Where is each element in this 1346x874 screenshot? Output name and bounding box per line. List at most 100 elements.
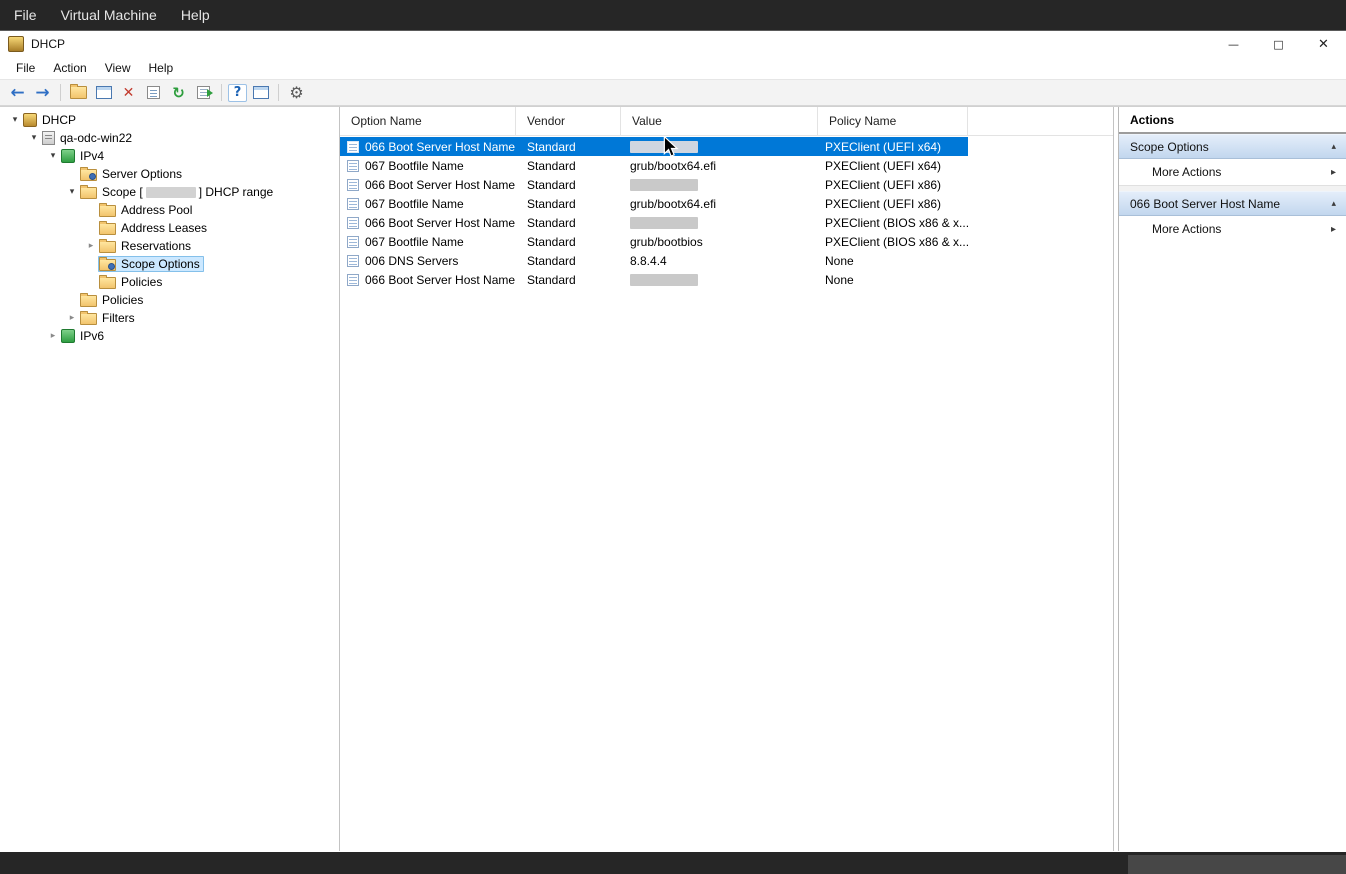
up-one-level-icon[interactable] bbox=[67, 82, 90, 104]
show-console-tree-icon[interactable] bbox=[92, 82, 115, 104]
list-column-headers: Option Name Vendor Value Policy Name bbox=[340, 107, 1113, 136]
menu-action[interactable]: Action bbox=[44, 57, 95, 79]
tree-item-ipv4[interactable]: ▾ IPv4 bbox=[0, 147, 339, 165]
vm-menu-virtual-machine[interactable]: Virtual Machine bbox=[49, 0, 169, 30]
option-icon bbox=[347, 274, 359, 286]
actions-section-scope-options[interactable]: Scope Options ▴ bbox=[1119, 134, 1346, 159]
more-actions-item[interactable]: More Actions ▸ bbox=[1119, 216, 1346, 242]
cell-option-name: 066 Boot Server Host Name bbox=[365, 178, 515, 192]
option-icon bbox=[347, 217, 359, 229]
minimize-button[interactable]: — bbox=[1211, 31, 1256, 57]
chevron-collapsed-icon[interactable]: ▸ bbox=[65, 309, 79, 327]
vm-bottom-panel bbox=[1128, 855, 1346, 874]
more-actions-item[interactable]: More Actions ▸ bbox=[1119, 159, 1346, 185]
maximize-button[interactable]: □ bbox=[1256, 31, 1301, 57]
back-icon[interactable]: ← bbox=[6, 82, 29, 104]
list-row[interactable]: 067 Bootfile Name Standard grub/bootbios… bbox=[340, 232, 968, 251]
chevron-expanded-icon[interactable]: ▾ bbox=[27, 129, 41, 147]
cell-vendor: Standard bbox=[516, 235, 621, 249]
tree-item-ipv6[interactable]: ▸ IPv6 bbox=[0, 327, 339, 345]
redacted-scope-address bbox=[146, 187, 196, 198]
tree-item-dhcp[interactable]: ▾ DHCP bbox=[0, 111, 339, 129]
cell-vendor: Standard bbox=[516, 273, 621, 287]
tree-item-label: Server Options bbox=[102, 167, 182, 181]
list-row[interactable]: 066 Boot Server Host Name Standard PXECl… bbox=[340, 175, 968, 194]
cell-option-name: 066 Boot Server Host Name bbox=[365, 140, 515, 154]
collapse-section-icon[interactable]: ▴ bbox=[1331, 199, 1336, 209]
tree-item-server-options[interactable]: Server Options bbox=[0, 165, 339, 183]
delete-icon[interactable]: ✕ bbox=[117, 82, 140, 104]
chevron-collapsed-icon[interactable]: ▸ bbox=[46, 327, 60, 345]
list-row[interactable]: 066 Boot Server Host Name Standard PXECl… bbox=[340, 137, 968, 156]
new-window-icon[interactable] bbox=[249, 82, 272, 104]
tree-item-label: Filters bbox=[102, 311, 135, 325]
vm-menu-help[interactable]: Help bbox=[169, 0, 222, 30]
tree-item-label: Address Leases bbox=[121, 221, 207, 235]
tree-item-policies[interactable]: Policies bbox=[0, 291, 339, 309]
tree-item-address-pool[interactable]: Address Pool bbox=[0, 201, 339, 219]
chevron-collapsed-icon[interactable]: ▸ bbox=[84, 237, 98, 255]
folder-icon bbox=[80, 187, 97, 199]
dhcp-app-icon bbox=[8, 36, 24, 52]
folder-options-icon bbox=[99, 259, 116, 271]
column-header-option-name[interactable]: Option Name bbox=[340, 107, 516, 135]
console-main-area: ▾ DHCP ▾ qa-odc-win22 ▾ IPv4 bbox=[0, 106, 1346, 851]
tree-item-label: Policies bbox=[102, 293, 143, 307]
folder-icon bbox=[80, 313, 97, 325]
tree-item-server[interactable]: ▾ qa-odc-win22 bbox=[0, 129, 339, 147]
refresh-icon[interactable]: ↻ bbox=[167, 82, 190, 104]
tree-item-label: Scope [] DHCP range bbox=[102, 185, 273, 199]
column-header-policy-name[interactable]: Policy Name bbox=[818, 107, 968, 135]
cell-option-name: 067 Bootfile Name bbox=[365, 235, 464, 249]
export-list-icon[interactable] bbox=[192, 82, 215, 104]
column-header-vendor[interactable]: Vendor bbox=[516, 107, 621, 135]
list-row[interactable]: 006 DNS Servers Standard 8.8.4.4 None bbox=[340, 251, 968, 270]
redacted-value bbox=[630, 217, 698, 229]
toolbar-separator bbox=[221, 84, 222, 101]
tree-item-scope-options[interactable]: Scope Options bbox=[0, 255, 339, 273]
console-tree-pane: ▾ DHCP ▾ qa-odc-win22 ▾ IPv4 bbox=[0, 107, 340, 851]
tree-item-scope-policies[interactable]: Policies bbox=[0, 273, 339, 291]
actions-pane-title: Actions bbox=[1119, 107, 1346, 134]
list-row[interactable]: 066 Boot Server Host Name Standard PXECl… bbox=[340, 213, 968, 232]
forward-icon[interactable]: → bbox=[31, 82, 54, 104]
option-icon bbox=[347, 198, 359, 210]
list-rows: 066 Boot Server Host Name Standard PXECl… bbox=[340, 136, 1113, 289]
cell-policy-name: None bbox=[818, 273, 968, 287]
window-controls: — □ ✕ bbox=[1211, 31, 1346, 57]
window-titlebar[interactable]: DHCP — □ ✕ bbox=[0, 31, 1346, 57]
vm-viewer-screen: File Virtual Machine Help DHCP — □ ✕ Fil… bbox=[0, 0, 1346, 874]
console-settings-icon[interactable]: ⚙ bbox=[285, 82, 308, 104]
list-row[interactable]: 066 Boot Server Host Name Standard None bbox=[340, 270, 968, 289]
cell-policy-name: PXEClient (UEFI x64) bbox=[818, 140, 968, 154]
more-actions-label: More Actions bbox=[1152, 222, 1221, 236]
cell-value: grub/bootx64.efi bbox=[621, 197, 818, 211]
properties-icon[interactable] bbox=[142, 82, 165, 104]
menu-help[interactable]: Help bbox=[140, 57, 183, 79]
list-row[interactable]: 067 Bootfile Name Standard grub/bootx64.… bbox=[340, 156, 968, 175]
cell-vendor: Standard bbox=[516, 216, 621, 230]
chevron-expanded-icon[interactable]: ▾ bbox=[8, 111, 22, 129]
tree-item-scope[interactable]: ▾ Scope [] DHCP range bbox=[0, 183, 339, 201]
toolbar-separator bbox=[60, 84, 61, 101]
cell-value: grub/bootx64.efi bbox=[621, 159, 818, 173]
redacted-value bbox=[630, 274, 698, 286]
collapse-section-icon[interactable]: ▴ bbox=[1331, 142, 1336, 152]
tree-item-address-leases[interactable]: Address Leases bbox=[0, 219, 339, 237]
help-icon[interactable]: ? bbox=[228, 84, 247, 102]
cell-vendor: Standard bbox=[516, 140, 621, 154]
menu-view[interactable]: View bbox=[96, 57, 140, 79]
column-header-value[interactable]: Value bbox=[621, 107, 818, 135]
menu-file[interactable]: File bbox=[0, 57, 44, 79]
close-button[interactable]: ✕ bbox=[1301, 31, 1346, 57]
chevron-expanded-icon[interactable]: ▾ bbox=[46, 147, 60, 165]
vm-menu-file[interactable]: File bbox=[0, 0, 49, 30]
tree-item-label: IPv4 bbox=[80, 149, 104, 163]
tree-item-reservations[interactable]: ▸ Reservations bbox=[0, 237, 339, 255]
tree-item-label: IPv6 bbox=[80, 329, 104, 343]
chevron-expanded-icon[interactable]: ▾ bbox=[65, 183, 79, 201]
actions-section-066-boot-server[interactable]: 066 Boot Server Host Name ▴ bbox=[1119, 191, 1346, 216]
list-row[interactable]: 067 Bootfile Name Standard grub/bootx64.… bbox=[340, 194, 968, 213]
mmc-menubar: File Action View Help bbox=[0, 57, 1346, 79]
tree-item-filters[interactable]: ▸ Filters bbox=[0, 309, 339, 327]
